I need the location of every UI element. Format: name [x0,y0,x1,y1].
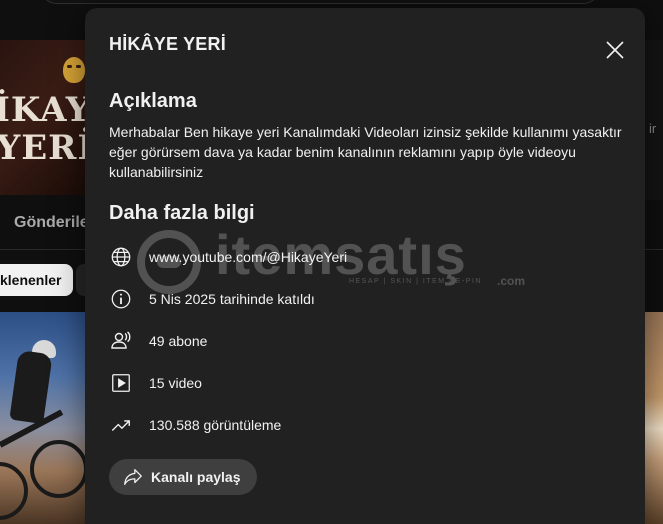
info-row-views: 130.588 görüntüleme [109,413,281,437]
thumbnail-rider [9,349,53,425]
info-icon [109,287,133,311]
info-row-url: www.youtube.com/@HikayeYeri [109,245,347,269]
theater-mask-icon [63,57,85,83]
filter-chip-added[interactable]: klenenler [0,264,74,296]
trending-icon [109,413,133,437]
tab-posts[interactable]: Gönderiler [14,214,95,232]
share-channel-button[interactable]: Kanalı paylaş [109,459,257,495]
share-label: Kanalı paylaş [151,469,241,485]
video-count: 15 video [149,375,202,391]
banner-text-line2: YERİ [0,128,86,168]
subscriber-count: 49 abone [149,333,208,349]
channel-banner: İKAYE YERİ [0,40,86,195]
thumbnail-wheel [30,440,86,498]
joined-date: 5 Nis 2025 tarihinde katıldı [149,291,315,307]
channel-url-link[interactable]: www.youtube.com/@HikayeYeri [149,249,347,265]
channel-about-dialog: HİKÂYE YERİ Açıklama Merhabalar Ben hika… [85,8,645,524]
thumbnail-wheel [0,462,28,520]
video-icon [109,371,133,395]
search-bar-background [40,0,600,4]
close-button[interactable] [595,30,635,70]
view-count: 130.588 görüntüleme [149,417,282,433]
more-info-heading: Daha fazla bilgi [109,202,255,224]
banner-text-line1: İKAYE [0,90,86,130]
dialog-title: HİKÂYE YERİ [109,34,226,54]
banner-right-edge [645,40,663,200]
share-icon [121,465,145,489]
close-icon [606,41,624,59]
description-heading: Açıklama [109,90,197,112]
background-right-text: ir [649,121,657,136]
video-thumbnail[interactable] [0,312,86,524]
video-thumbnail-2[interactable] [645,312,663,524]
globe-icon [109,245,133,269]
subscribers-icon [109,329,133,353]
info-row-videos: 15 video [109,371,202,395]
channel-description: Merhabalar Ben hikaye yeri Kanalımdaki V… [109,124,622,180]
info-row-joined: 5 Nis 2025 tarihinde katıldı [109,287,315,311]
info-row-subscribers: 49 abone [109,329,207,353]
